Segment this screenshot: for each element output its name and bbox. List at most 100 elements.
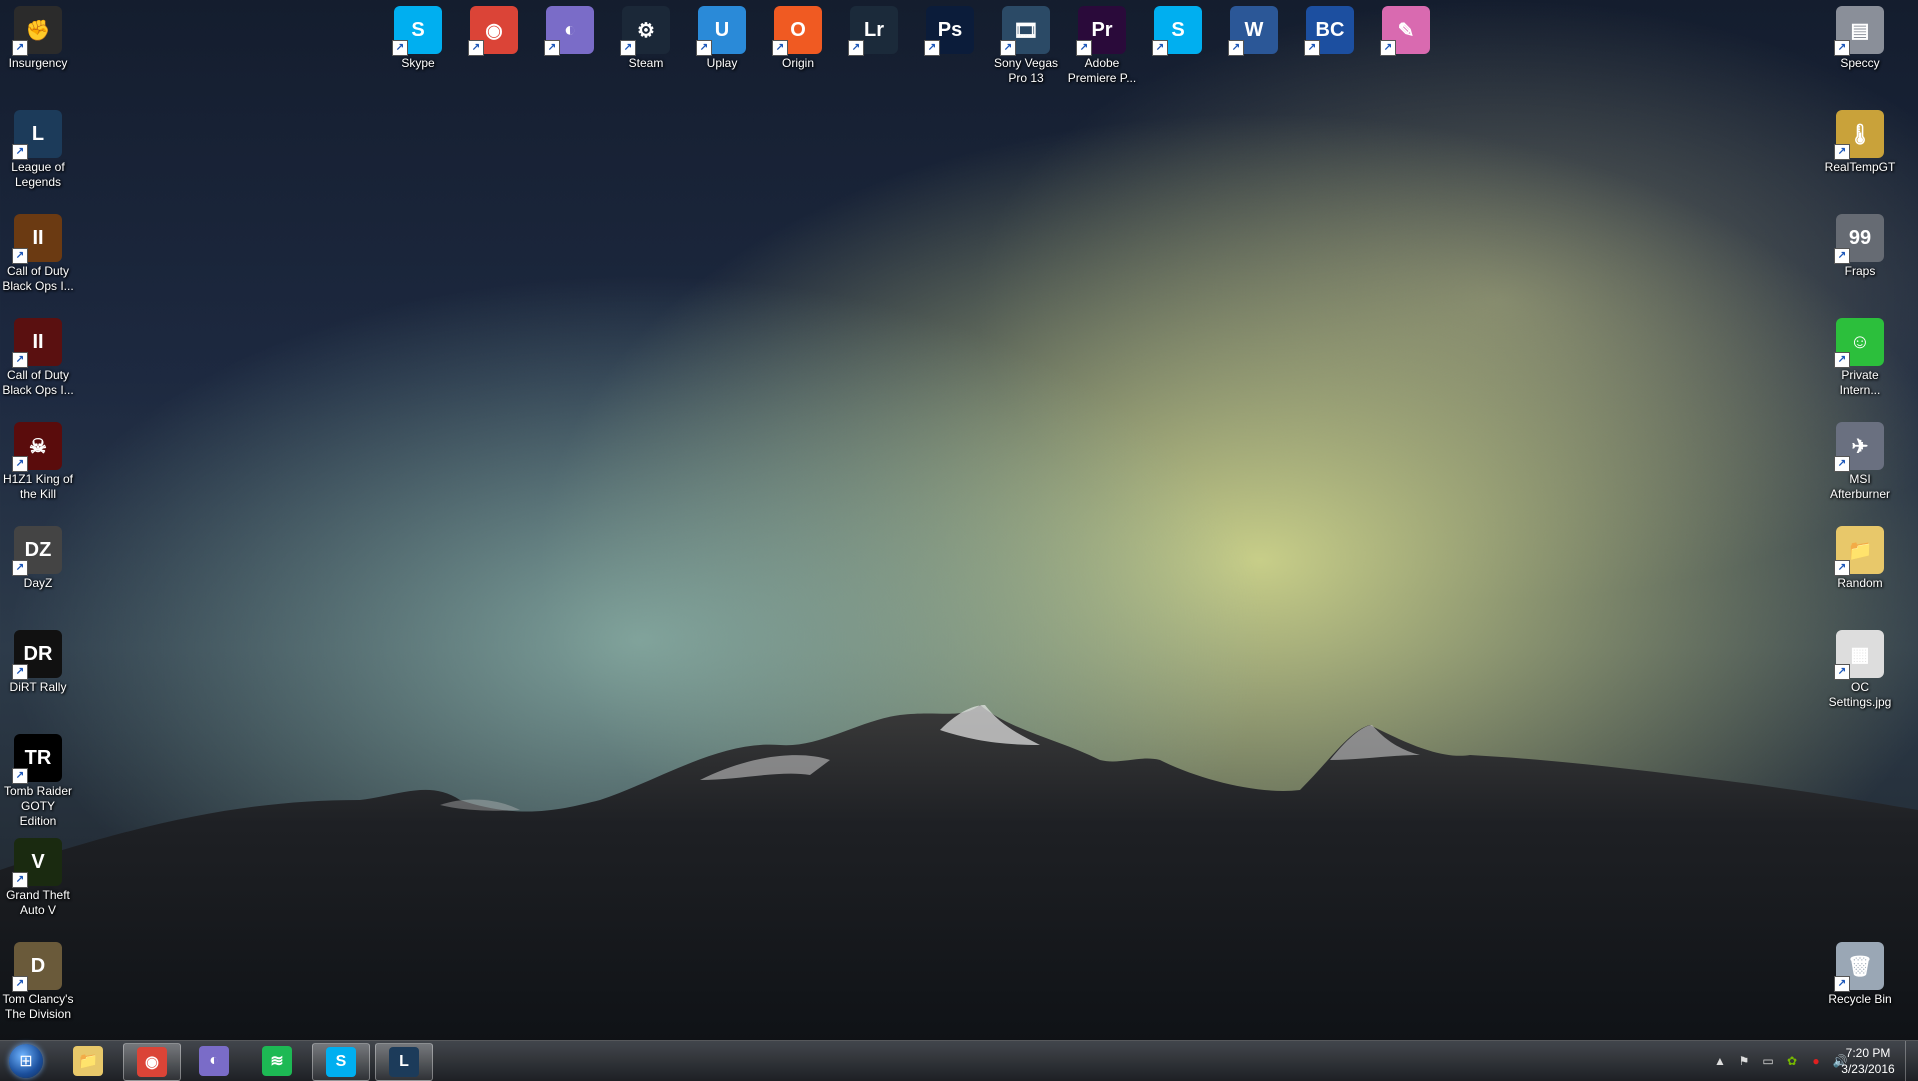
league-of-legends-icon: L ↗ [12,110,62,160]
desktop-shortcut-realtemp[interactable]: 🌡 ↗ RealTempGT [1822,104,1898,204]
the-division-icon: D ↗ [12,942,62,992]
icon-glyph: 🗑 [1847,955,1873,978]
icon-glyph: S [411,18,425,41]
desktop-shortcut-label: Call of Duty Black Ops I... [2,368,74,397]
desktop-shortcut-premiere[interactable]: Pr ↗ Adobe Premiere P... [1064,0,1140,100]
desktop-shortcut-sony-vegas[interactable]: 🎞 ↗ Sony Vegas Pro 13 [988,0,1064,100]
shortcut-arrow-icon: ↗ [1228,40,1244,56]
skype-icon: S ↗ [392,6,442,56]
desktop-shortcut-dayz[interactable]: DZ ↗ DayZ [0,520,76,620]
desktop-shortcut-label: MSI Afterburner [1829,472,1891,501]
shortcut-arrow-icon: ↗ [1834,352,1850,368]
taskbar-button-spotify[interactable]: ≋ [249,1043,305,1079]
desktop-shortcut-h1z1[interactable]: ☠ ↗ H1Z1 King of the Kill [0,416,76,516]
taskbar-button-bittorrent[interactable]: ◐ [186,1043,242,1079]
icon-glyph: ☠ [29,435,47,458]
desktop-shortcut-tomb-raider[interactable]: TR ↗ Tomb Raider GOTY Edition [0,728,76,828]
shortcut-arrow-icon: ↗ [12,456,28,472]
mountain-wallpaper [0,705,1918,1045]
taskbar-clock[interactable]: 7:20 PM 3/23/2016 [1836,1045,1900,1077]
bittorrent-icon: ◐ [199,1046,229,1076]
icon-glyph: S [1171,18,1185,41]
desktop-shortcut-origin[interactable]: O ↗ Origin [760,0,836,100]
icon-glyph: ◐ [563,18,577,41]
desktop-shortcut-word[interactable]: W ↗ [1216,0,1292,100]
desktop-shortcut-label: Sony Vegas Pro 13 [993,56,1059,85]
shortcut-arrow-icon: ↗ [12,768,28,784]
shortcut-arrow-icon: ↗ [1834,976,1850,992]
desktop-shortcut-label: Call of Duty Black Ops I... [2,264,74,293]
taskbar-button-file-explorer[interactable]: 📁 [60,1043,116,1079]
icon-glyph: W [1244,18,1264,41]
desktop-shortcut-beyond-compare[interactable]: BC ↗ [1292,0,1368,100]
desktop-shortcut-image-file[interactable]: ▦ ↗ OC Settings.jpg [1822,624,1898,724]
desktop-shortcut-league-of-legends[interactable]: L ↗ League of Legends [0,104,76,204]
desktop-shortcut-private-internet-access[interactable]: ☺ ↗ Private Intern... [1822,312,1898,412]
pen-tool-icon: ✎ ↗ [1380,6,1430,56]
desktop-shortcut-dirt-rally[interactable]: DR ↗ DiRT Rally [0,624,76,724]
show-hidden-icons[interactable]: ▲ [1712,1053,1728,1069]
desktop-shortcut-fraps[interactable]: 99 ↗ Fraps [1822,208,1898,308]
clock-date: 3/23/2016 [1841,1062,1895,1076]
shortcut-arrow-icon: ↗ [12,560,28,576]
antivirus-icon[interactable]: ● [1808,1053,1824,1069]
desktop-shortcut-steam[interactable]: ⚙ ↗ Steam [608,0,684,100]
shortcut-arrow-icon: ↗ [924,40,940,56]
lightroom-icon: Lr ↗ [848,6,898,56]
shortcut-arrow-icon: ↗ [1076,40,1092,56]
taskbar-button-chrome[interactable]: ◉ [123,1043,181,1081]
desktop-shortcut-label: Private Intern... [1839,368,1881,397]
icon-glyph: L [31,122,45,145]
nvidia-icon[interactable]: ✿ [1784,1053,1800,1069]
network-icon[interactable]: ▭ [1760,1053,1776,1069]
desktop-shortcut-bittorrent[interactable]: ◐ ↗ [532,0,608,100]
start-button[interactable]: ⊞ [4,1043,48,1079]
desktop-shortcut-the-division[interactable]: D ↗ Tom Clancy's The Division [0,936,76,1036]
chrome-icon: ◉ [137,1047,167,1077]
desktop-shortcut-photoshop[interactable]: Ps ↗ [912,0,988,100]
desktop-shortcut-call-of-duty[interactable]: II ↗ Call of Duty Black Ops I... [0,312,76,412]
skype-icon: S ↗ [1152,6,1202,56]
desktop-shortcut-gta-v[interactable]: V ↗ Grand Theft Auto V [0,832,76,932]
beyond-compare-icon: BC ↗ [1304,6,1354,56]
folder-icon: 📁 [73,1046,103,1076]
desktop-shortcut-chrome[interactable]: ◉ ↗ [456,0,532,100]
desktop-shortcut-folder[interactable]: 📁 ↗ Random [1822,520,1898,620]
action-center-flag-icon[interactable]: ⚑ [1736,1053,1752,1069]
shortcut-arrow-icon: ↗ [544,40,560,56]
spotify-icon: ≋ [262,1046,292,1076]
desktop-shortcut-pen-tool[interactable]: ✎ ↗ [1368,0,1444,100]
speccy-icon: ▤ ↗ [1834,6,1884,56]
insurgency-icon: ✊ ↗ [12,6,62,56]
taskbar-button-skype[interactable]: S [312,1043,370,1081]
desktop-shortcut-recycle-bin[interactable]: 🗑 ↗ Recycle Bin [1822,936,1898,1036]
word-icon: W ↗ [1228,6,1278,56]
desktop-shortcut-speccy[interactable]: ▤ ↗ Speccy [1822,0,1898,100]
desktop-shortcut-label: League of Legends [11,160,65,189]
msi-afterburner-icon: ✈ ↗ [1834,422,1884,472]
dayz-icon: DZ ↗ [12,526,62,576]
call-of-duty-icon: II ↗ [12,214,62,264]
h1z1-icon: ☠ ↗ [12,422,62,472]
steam-icon: ⚙ ↗ [620,6,670,56]
desktop-shortcut-label: RealTempGT [1824,160,1896,174]
desktop-shortcut-label: Fraps [1844,264,1876,278]
icon-glyph: ▤ [1850,19,1870,42]
icon-glyph: ✈ [1851,435,1869,458]
icon-glyph: TR [24,746,52,769]
shortcut-arrow-icon: ↗ [772,40,788,56]
desktop-shortcut-call-of-duty[interactable]: II ↗ Call of Duty Black Ops I... [0,208,76,308]
shortcut-arrow-icon: ↗ [1380,40,1396,56]
desktop-shortcut-uplay[interactable]: U ↗ Uplay [684,0,760,100]
desktop-shortcut-label: Tomb Raider GOTY Edition [3,784,73,828]
desktop-shortcut-skype[interactable]: S ↗ Skype [380,0,456,100]
desktop-shortcut-skype[interactable]: S ↗ [1140,0,1216,100]
icon-glyph: Lr [864,18,884,41]
desktop-shortcut-msi-afterburner[interactable]: ✈ ↗ MSI Afterburner [1822,416,1898,516]
desktop-shortcut-label: Recycle Bin [1828,992,1892,1006]
desktop-shortcut-lightroom[interactable]: Lr ↗ [836,0,912,100]
desktop-shortcut-insurgency[interactable]: ✊ ↗ Insurgency [0,0,76,100]
icon-glyph: 🎞 [1013,19,1039,42]
show-desktop-button[interactable] [1905,1041,1918,1081]
taskbar-button-league-of-legends[interactable]: L [375,1043,433,1081]
